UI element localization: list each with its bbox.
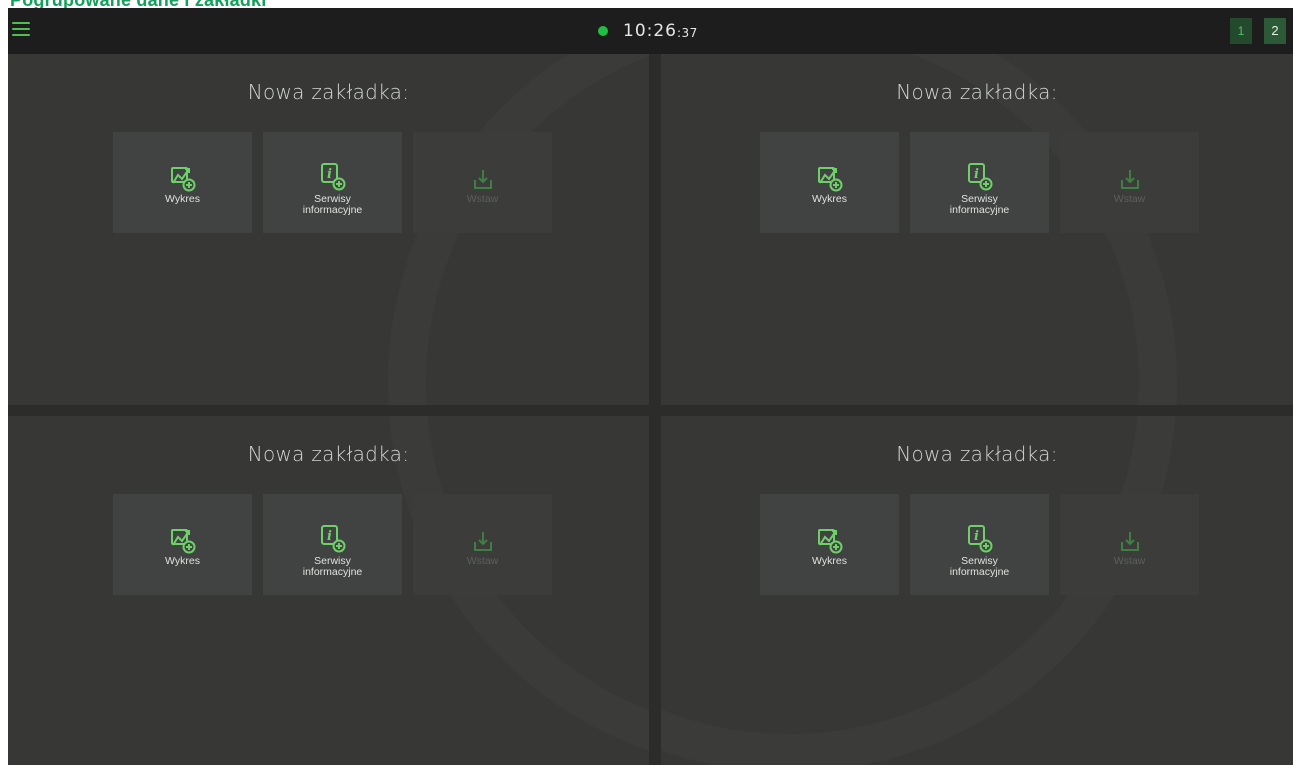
info-add-icon: i [967,522,993,554]
tile-label: Wstaw [466,555,499,567]
page-button-1[interactable]: 1 [1230,18,1252,44]
chart-add-icon [817,522,843,554]
clock: 10:26 :37 [598,20,698,42]
action-tiles: Wykres i Serwisy informacyjne Wstaw [113,132,552,233]
tile-label: Wykres [812,555,847,567]
page-caption: Pogrupowane dane i zakładki [10,0,266,8]
chart-add-button[interactable]: Wykres [760,132,899,233]
info-add-button[interactable]: i Serwisy informacyjne [263,494,402,595]
hamburger-icon[interactable] [12,21,30,37]
insert-download-icon [1119,522,1141,554]
insert-download-icon [472,522,494,554]
action-tiles: Wykres i Serwisy informacyjne Wstaw [113,494,552,595]
tile-label: Wstaw [1113,193,1146,205]
panel-title: Nowa zakładka: [896,80,1058,104]
page-button-2[interactable]: 2 [1264,18,1286,44]
insert-download-button: Wstaw [413,132,552,233]
tile-label: Serwisy informacyjne [302,555,363,578]
panel-bottom-left: Nowa zakładka: Wykres i Serwisy informacyjne… [8,416,649,765]
tile-label: Serwisy informacyjne [302,193,363,216]
info-add-button[interactable]: i Serwisy informacyjne [263,132,402,233]
tile-label: Wykres [812,193,847,205]
chart-add-button[interactable]: Wykres [760,494,899,595]
chart-add-button[interactable]: Wykres [113,132,252,233]
top-bar: 10:26 :37 1 2 [8,8,1293,54]
clock-seconds: :37 [677,26,698,40]
tile-label: Serwisy informacyjne [949,555,1010,578]
app-window: 10:26 :37 1 2 Nowa zakładka: Wykres i Serwi… [8,8,1293,765]
panel-top-left: Nowa zakładka: Wykres i Serwisy informacyjne… [8,54,649,405]
svg-text:i: i [327,167,332,182]
tile-label: Wykres [165,193,200,205]
chart-add-icon [170,522,196,554]
insert-download-button: Wstaw [1060,494,1199,595]
insert-download-icon [472,160,494,192]
svg-text:i: i [974,529,979,544]
svg-text:i: i [327,529,332,544]
tile-label: Wykres [165,555,200,567]
panel-title: Nowa zakładka: [247,80,410,104]
insert-download-button: Wstaw [1060,132,1199,233]
insert-download-icon [1119,160,1141,192]
insert-download-button: Wstaw [413,494,552,595]
info-add-icon: i [320,160,346,192]
connection-status-dot [598,26,608,36]
panel-top-right: Nowa zakładka: Wykres i Serwisy informacyjne… [661,54,1293,405]
svg-text:i: i [974,167,979,182]
panel-title: Nowa zakładka: [247,442,410,466]
chart-add-icon [817,160,843,192]
panel-bottom-right: Nowa zakładka: Wykres i Serwisy informacyjne… [661,416,1293,765]
info-add-button[interactable]: i Serwisy informacyjne [910,132,1049,233]
tile-label: Serwisy informacyjne [949,193,1010,216]
chart-add-icon [170,160,196,192]
info-add-icon: i [320,522,346,554]
chart-add-button[interactable]: Wykres [113,494,252,595]
action-tiles: Wykres i Serwisy informacyjne Wstaw [760,494,1199,595]
clock-time: 10:26 [623,21,677,41]
panel-title: Nowa zakładka: [896,442,1058,466]
info-add-button[interactable]: i Serwisy informacyjne [910,494,1049,595]
info-add-icon: i [967,160,993,192]
tile-label: Wstaw [1113,555,1146,567]
action-tiles: Wykres i Serwisy informacyjne Wstaw [760,132,1199,233]
tile-label: Wstaw [466,193,499,205]
